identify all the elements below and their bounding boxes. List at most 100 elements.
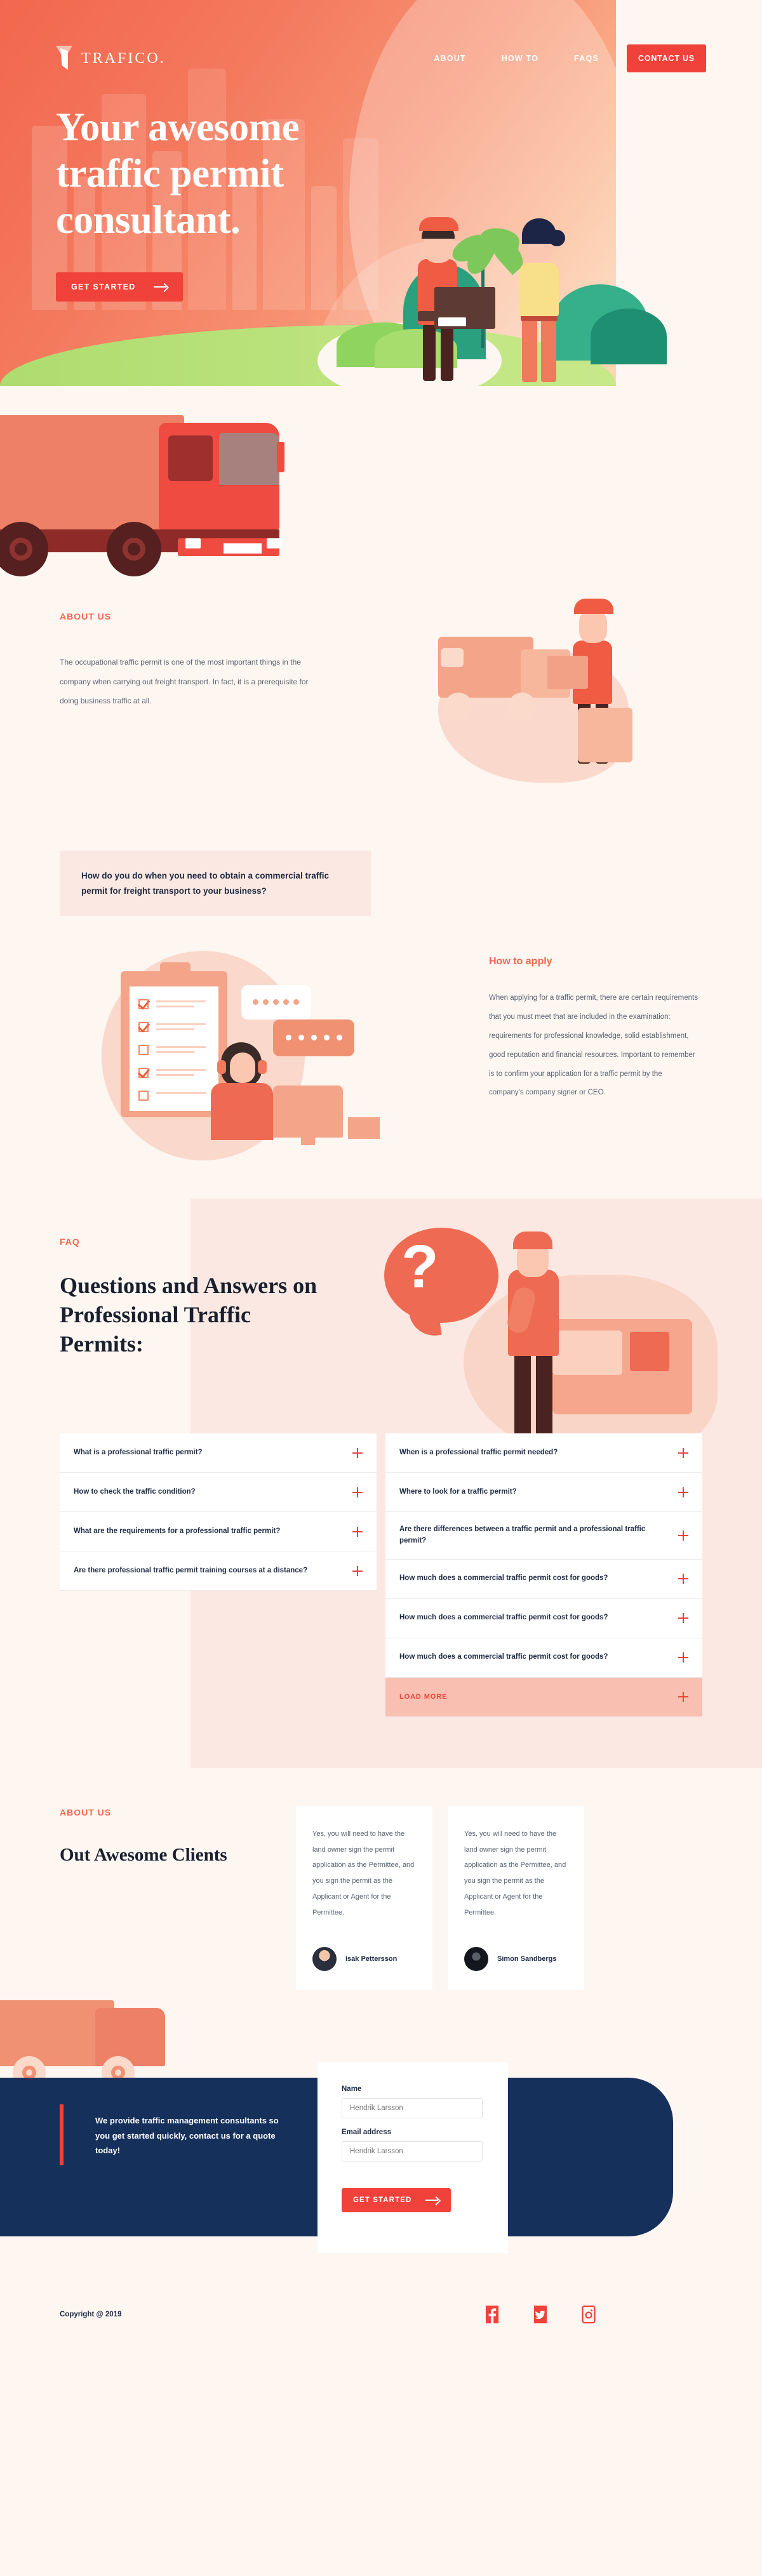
- nav-link-how-to[interactable]: HOW TO: [502, 54, 538, 63]
- contact-section: We provide traffic management consultant…: [0, 2000, 762, 2274]
- arrow-right-icon: [425, 2197, 439, 2203]
- faq-section: ? FAQ Questions and Answers on Professio…: [0, 1198, 762, 1789]
- faq-item[interactable]: How much does a commercial traffic permi…: [385, 1598, 702, 1638]
- faq-question: Where to look for a traffic permit?: [399, 1487, 517, 1496]
- support-agent-body: [211, 1083, 273, 1140]
- about-body-text: The occupational traffic permit is one o…: [60, 658, 309, 706]
- plus-icon: [678, 1692, 688, 1703]
- faq-eyebrow: FAQ: [60, 1237, 80, 1247]
- plus-icon: [352, 1487, 363, 1497]
- faq-item[interactable]: Are there differences between a traffic …: [385, 1512, 702, 1560]
- faq-column-left: What is a professional traffic permit? H…: [60, 1433, 377, 1717]
- faq-question: How much does a commercial traffic permi…: [399, 1653, 608, 1661]
- plus-icon: [352, 1565, 363, 1576]
- load-more-button[interactable]: LOAD MORE: [385, 1677, 702, 1717]
- faq-question: Are there professional traffic permit tr…: [74, 1566, 308, 1574]
- top-navigation: TRAFICO. ABOUT HOW TO FAQS CONTACT US: [0, 44, 762, 72]
- plus-icon: [352, 1526, 363, 1537]
- faq-question: What are the requirements for a professi…: [74, 1527, 281, 1535]
- contact-us-button[interactable]: CONTACT US: [626, 44, 706, 72]
- plus-icon: [678, 1613, 688, 1624]
- plus-icon: [352, 1447, 363, 1458]
- faq-header: FAQ Questions and Answers on Professiona…: [0, 1198, 762, 1358]
- about-eyebrow: ABOUT US: [60, 611, 112, 621]
- contact-headline: We provide traffic management consultant…: [95, 2116, 279, 2156]
- testimonial-quote: Yes, you will need to have the land owne…: [312, 1829, 415, 1916]
- callout-box: How do you do when you need to obtain a …: [60, 851, 371, 917]
- monitor-icon: [273, 1086, 343, 1138]
- avatar: [464, 1947, 488, 1972]
- faq-question: How much does a commercial traffic permi…: [399, 1614, 608, 1622]
- chat-bubble-orange: [273, 1019, 354, 1056]
- brand-logo[interactable]: TRAFICO.: [56, 46, 166, 71]
- form-get-started-button[interactable]: GET STARTED: [342, 2188, 451, 2213]
- plus-icon: [678, 1652, 688, 1663]
- nav-link-faqs[interactable]: FAQS: [574, 54, 599, 63]
- truck-cargo-box: [0, 415, 184, 529]
- truck-license-plate: [224, 543, 262, 554]
- faq-question: How to check the traffic condition?: [74, 1487, 196, 1496]
- clients-header: ABOUT US Out Awesome Clients: [60, 1807, 250, 1867]
- truck-illustration-band: [0, 386, 762, 576]
- faq-item[interactable]: What are the requirements for a professi…: [60, 1512, 377, 1552]
- faq-item[interactable]: How much does a commercial traffic permi…: [385, 1559, 702, 1599]
- name-field-label: Name: [342, 2085, 362, 2094]
- avatar: [312, 1947, 337, 1972]
- testimonial-card: Yes, you will need to have the land owne…: [448, 1805, 584, 1991]
- faq-item[interactable]: Where to look for a traffic permit?: [385, 1473, 702, 1513]
- faq-item[interactable]: Are there professional traffic permit tr…: [60, 1551, 377, 1591]
- facebook-icon[interactable]: [484, 2304, 500, 2325]
- plus-icon: [678, 1447, 688, 1458]
- faq-column-right: When is a professional traffic permit ne…: [385, 1433, 702, 1717]
- contact-accent-bar: [60, 2104, 64, 2166]
- copyright-text: Copyright @ 2019: [60, 2311, 122, 2319]
- truck-headlight-right: [267, 538, 282, 548]
- hero-section: TRAFICO. ABOUT HOW TO FAQS CONTACT US Yo…: [0, 0, 762, 386]
- faq-question: When is a professional traffic permit ne…: [399, 1448, 558, 1456]
- twitter-icon[interactable]: [532, 2304, 549, 2325]
- faq-item[interactable]: How much does a commercial traffic permi…: [385, 1638, 702, 1678]
- faq-item[interactable]: How to check the traffic condition?: [60, 1473, 377, 1513]
- hero-title: Your awesome traffic permit consultant.: [56, 105, 300, 242]
- faq-question: How much does a commercial traffic permi…: [399, 1574, 608, 1583]
- truck-windshield: [219, 433, 279, 485]
- how-to-apply-copy-block: How to apply When applying for a traffic…: [489, 956, 698, 1103]
- testimonial-author-name: Isak Pettersson: [345, 1955, 398, 1963]
- truck-side-window: [168, 435, 213, 481]
- contact-form: Name Email address GET STARTED: [318, 2062, 508, 2254]
- email-input[interactable]: [342, 2141, 483, 2162]
- clients-section: ABOUT US Out Awesome Clients Yes, you wi…: [0, 1767, 762, 2022]
- name-input[interactable]: [342, 2098, 483, 2119]
- nav-link-about[interactable]: ABOUT: [434, 54, 465, 63]
- truck-front-wheel: [107, 522, 161, 576]
- testimonial-author: Isak Pettersson: [312, 1947, 416, 1972]
- how-to-apply-title: How to apply: [489, 956, 552, 967]
- about-illustration: [413, 573, 679, 814]
- support-agent-face: [230, 1052, 255, 1083]
- clients-title: Out Awesome Clients: [60, 1844, 227, 1865]
- faq-title: Questions and Answers on Professional Tr…: [60, 1273, 318, 1357]
- hero-get-started-button[interactable]: GET STARTED: [56, 272, 183, 302]
- faq-accordion-grid: What is a professional traffic permit? H…: [0, 1358, 762, 1717]
- instagram-icon[interactable]: [580, 2304, 597, 2325]
- email-field-label: Email address: [342, 2128, 391, 2137]
- how-to-apply-body: When applying for a traffic permit, ther…: [489, 994, 698, 1097]
- plus-icon: [678, 1530, 688, 1541]
- plus-icon: [678, 1574, 688, 1584]
- testimonial-author: Simon Sandbergs: [464, 1947, 568, 1972]
- faq-question: What is a professional traffic permit?: [74, 1448, 203, 1456]
- nav-links: ABOUT HOW TO FAQS: [434, 54, 599, 63]
- social-links: [484, 2304, 597, 2325]
- lightning-flag-logo-icon: [56, 46, 72, 71]
- how-to-apply-illustration: [83, 938, 438, 1167]
- callout-text: How do you do when you need to obtain a …: [81, 871, 330, 896]
- about-section: ABOUT US The occupational traffic permit…: [0, 576, 762, 843]
- how-to-apply-section: How to apply When applying for a traffic…: [0, 932, 762, 1198]
- testimonial-quote: Yes, you will need to have the land owne…: [464, 1829, 566, 1916]
- truck-mirror: [277, 442, 284, 472]
- landing-page: TRAFICO. ABOUT HOW TO FAQS CONTACT US Yo…: [0, 0, 762, 2356]
- truck-rear-wheel: [0, 522, 48, 576]
- callout-section: How do you do when you need to obtain a …: [0, 843, 762, 932]
- faq-item[interactable]: What is a professional traffic permit?: [60, 1433, 377, 1473]
- faq-item[interactable]: When is a professional traffic permit ne…: [385, 1433, 702, 1473]
